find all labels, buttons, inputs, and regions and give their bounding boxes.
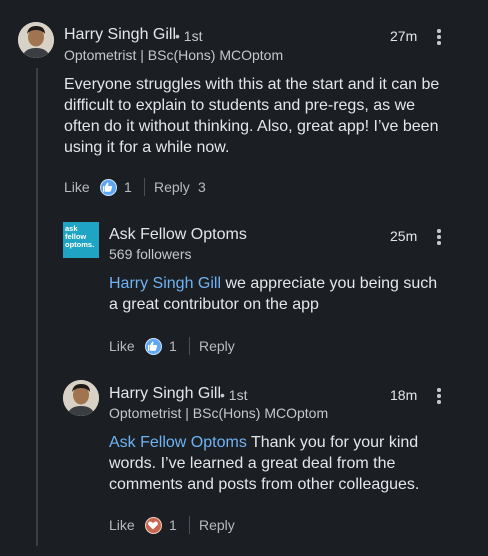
reaction-count[interactable]: 1 — [169, 338, 177, 354]
thumbs-up-icon — [145, 338, 162, 355]
reply-text: Harry Singh Gill we appreciate you being… — [109, 273, 449, 315]
like-button[interactable]: Like — [109, 338, 135, 354]
more-vertical-icon[interactable] — [437, 29, 441, 45]
connection-degree: • 1st — [220, 387, 248, 403]
reply-text: Ask Fellow Optoms Thank you for your kin… — [109, 432, 454, 495]
divider — [144, 178, 145, 196]
company-logo[interactable]: ask fellow optoms. — [63, 222, 99, 258]
thumbs-up-icon — [100, 179, 117, 196]
like-button[interactable]: Like — [64, 179, 90, 195]
avatar[interactable] — [63, 380, 99, 416]
more-vertical-icon[interactable] — [437, 229, 441, 245]
avatar[interactable] — [18, 22, 54, 58]
connection-degree: • 1st — [175, 28, 203, 44]
divider — [189, 337, 190, 355]
reaction-count[interactable]: 1 — [169, 517, 177, 533]
author-headline: Optometrist | BSc(Hons) MCOptom — [64, 47, 284, 63]
author-name[interactable]: Harry Singh Gill — [64, 26, 176, 44]
divider — [189, 516, 190, 534]
timestamp: 27m — [390, 28, 418, 44]
thread-line — [36, 68, 38, 546]
reply-button[interactable]: Reply — [199, 517, 235, 533]
author-headline: Optometrist | BSc(Hons) MCOptom — [109, 405, 329, 421]
author-name[interactable]: Harry Singh Gill — [109, 385, 221, 403]
heart-icon — [145, 517, 162, 534]
timestamp: 25m — [390, 228, 418, 244]
like-button[interactable]: Like — [109, 517, 135, 533]
mention-link[interactable]: Harry Singh Gill — [109, 275, 221, 292]
timestamp: 18m — [390, 387, 418, 403]
follower-count: 569 followers — [109, 246, 192, 262]
reply-button[interactable]: Reply — [199, 338, 235, 354]
mention-link[interactable]: Ask Fellow Optoms — [109, 434, 247, 451]
author-name[interactable]: Ask Fellow Optoms — [109, 226, 247, 244]
reply-button[interactable]: Reply — [154, 179, 190, 195]
comment-text: Everyone struggles with this at the star… — [64, 76, 440, 156]
reaction-count[interactable]: 1 — [124, 179, 132, 195]
reply-count[interactable]: 3 — [198, 179, 206, 195]
logo-text: ask fellow optoms. — [65, 224, 95, 249]
more-vertical-icon[interactable] — [437, 388, 441, 404]
